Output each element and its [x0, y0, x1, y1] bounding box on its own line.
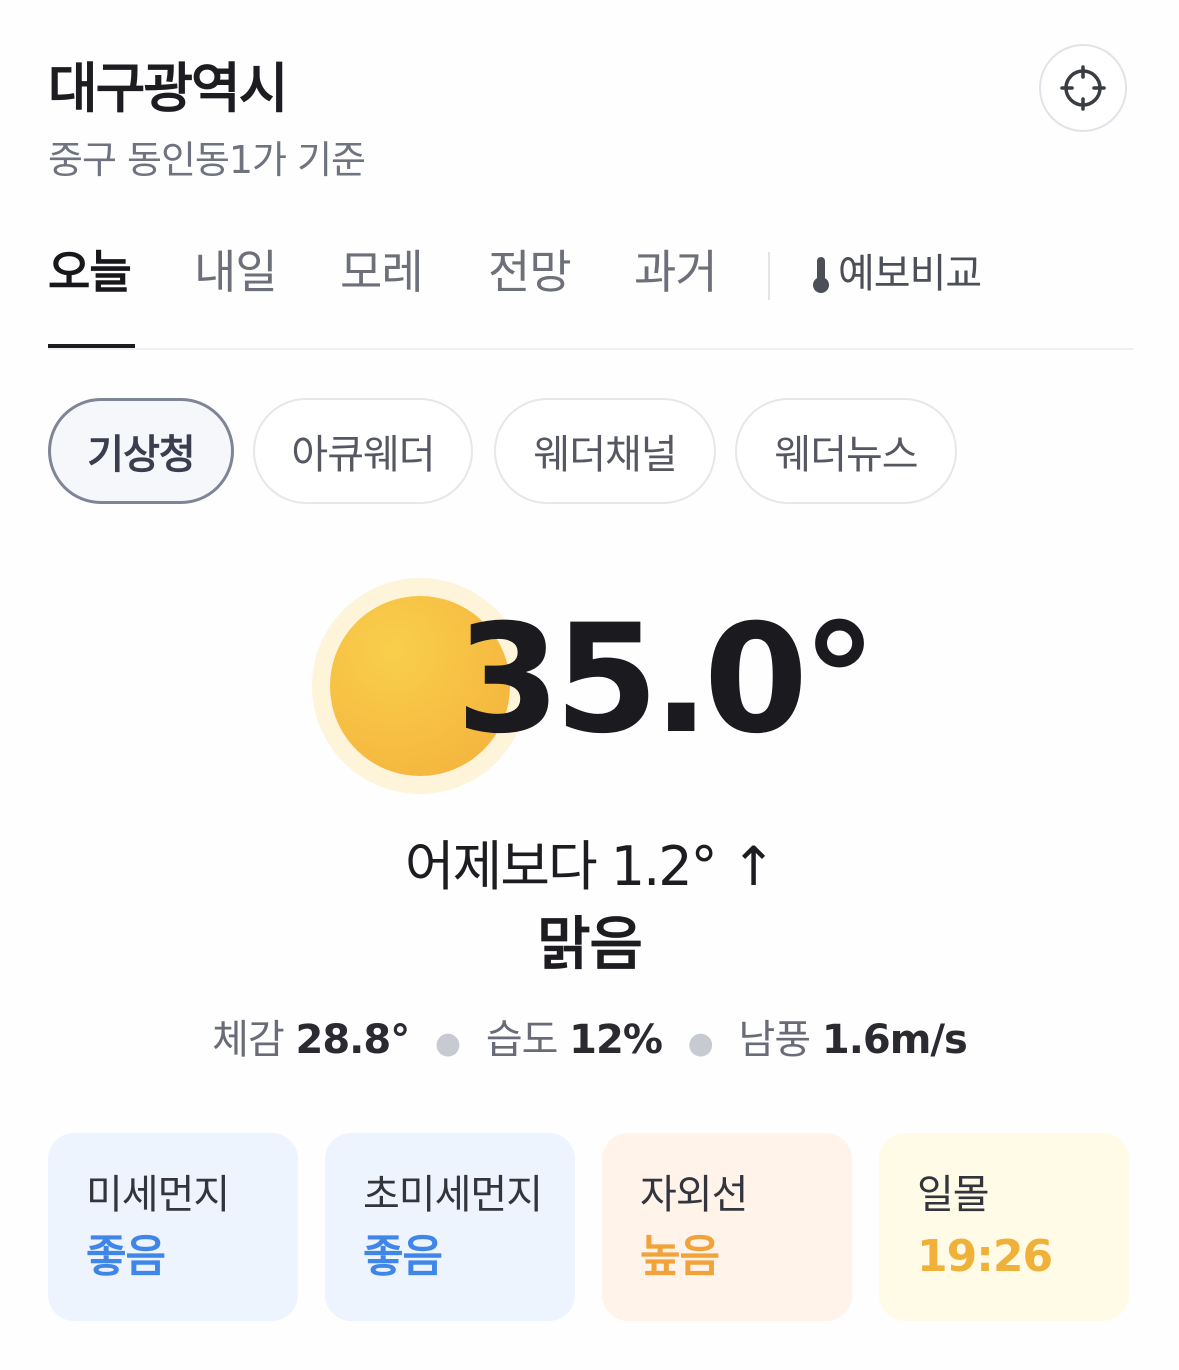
location-subtitle: 중구 동인동1가 기준	[48, 138, 366, 182]
yesterday-comparison: 어제보다 1.2° ↑	[404, 835, 776, 898]
humidity-label: 습도	[485, 1017, 559, 1063]
forecast-compare-label: 예보비교	[838, 251, 982, 297]
card-sunset[interactable]: 일몰 19:26	[879, 1133, 1129, 1321]
card-value: 좋음	[86, 1231, 166, 1282]
card-ultrafine-dust[interactable]: 초미세먼지 좋음	[325, 1133, 575, 1321]
tab-tomorrow[interactable]: 내일	[194, 242, 278, 302]
card-value: 좋음	[363, 1231, 443, 1282]
card-value: 19:26	[917, 1231, 1053, 1282]
card-label: 미세먼지	[86, 1172, 230, 1218]
feels-like-label: 체감	[212, 1017, 285, 1063]
location-title: 대구광역시	[48, 57, 288, 120]
feels-like-value: 28.8°	[295, 1017, 411, 1063]
weather-details: 체감 28.8° ● 습도 12% ● 남풍 1.6m/s	[0, 1012, 1179, 1072]
wind-label: 남풍	[738, 1017, 812, 1063]
tab-past[interactable]: 과거	[634, 242, 718, 302]
tab-outlook[interactable]: 전망	[488, 242, 572, 302]
crosshair-icon	[1060, 65, 1106, 111]
tab-today[interactable]: 오늘	[48, 242, 132, 302]
weather-page: 대구광역시 중구 동인동1가 기준 오늘 내일 모레 전망 과거 예보비교 기상…	[0, 0, 1179, 1370]
tab-day-after[interactable]: 모레	[340, 242, 424, 302]
card-uv-index[interactable]: 자외선 높음	[602, 1133, 852, 1321]
active-tab-indicator	[48, 344, 135, 348]
tab-forecast-compare[interactable]: 예보비교	[810, 246, 982, 302]
card-fine-dust[interactable]: 미세먼지 좋음	[48, 1133, 298, 1321]
card-label: 초미세먼지	[363, 1172, 543, 1218]
current-location-button[interactable]	[1039, 44, 1127, 132]
source-chip-weathernews[interactable]: 웨더뉴스	[735, 398, 957, 504]
source-chip-kma[interactable]: 기상청	[48, 398, 234, 504]
separator-dot: ●	[434, 1026, 461, 1061]
tab-divider	[768, 252, 770, 300]
thermometer-icon	[813, 257, 829, 293]
source-chip-weather-channel[interactable]: 웨더채널	[494, 398, 716, 504]
wind-value: 1.6m/s	[821, 1017, 968, 1063]
humidity-value: 12%	[569, 1017, 663, 1063]
weather-condition: 맑음	[537, 910, 643, 978]
card-label: 자외선	[640, 1172, 748, 1218]
card-value: 높음	[640, 1231, 720, 1282]
day-tabs: 오늘 내일 모레 전망 과거 예보비교	[48, 232, 1134, 350]
separator-dot: ●	[687, 1026, 714, 1061]
card-label: 일몰	[917, 1172, 990, 1218]
source-chip-accuweather[interactable]: 아큐웨더	[253, 398, 473, 504]
current-temperature: 35.0°	[456, 593, 877, 767]
